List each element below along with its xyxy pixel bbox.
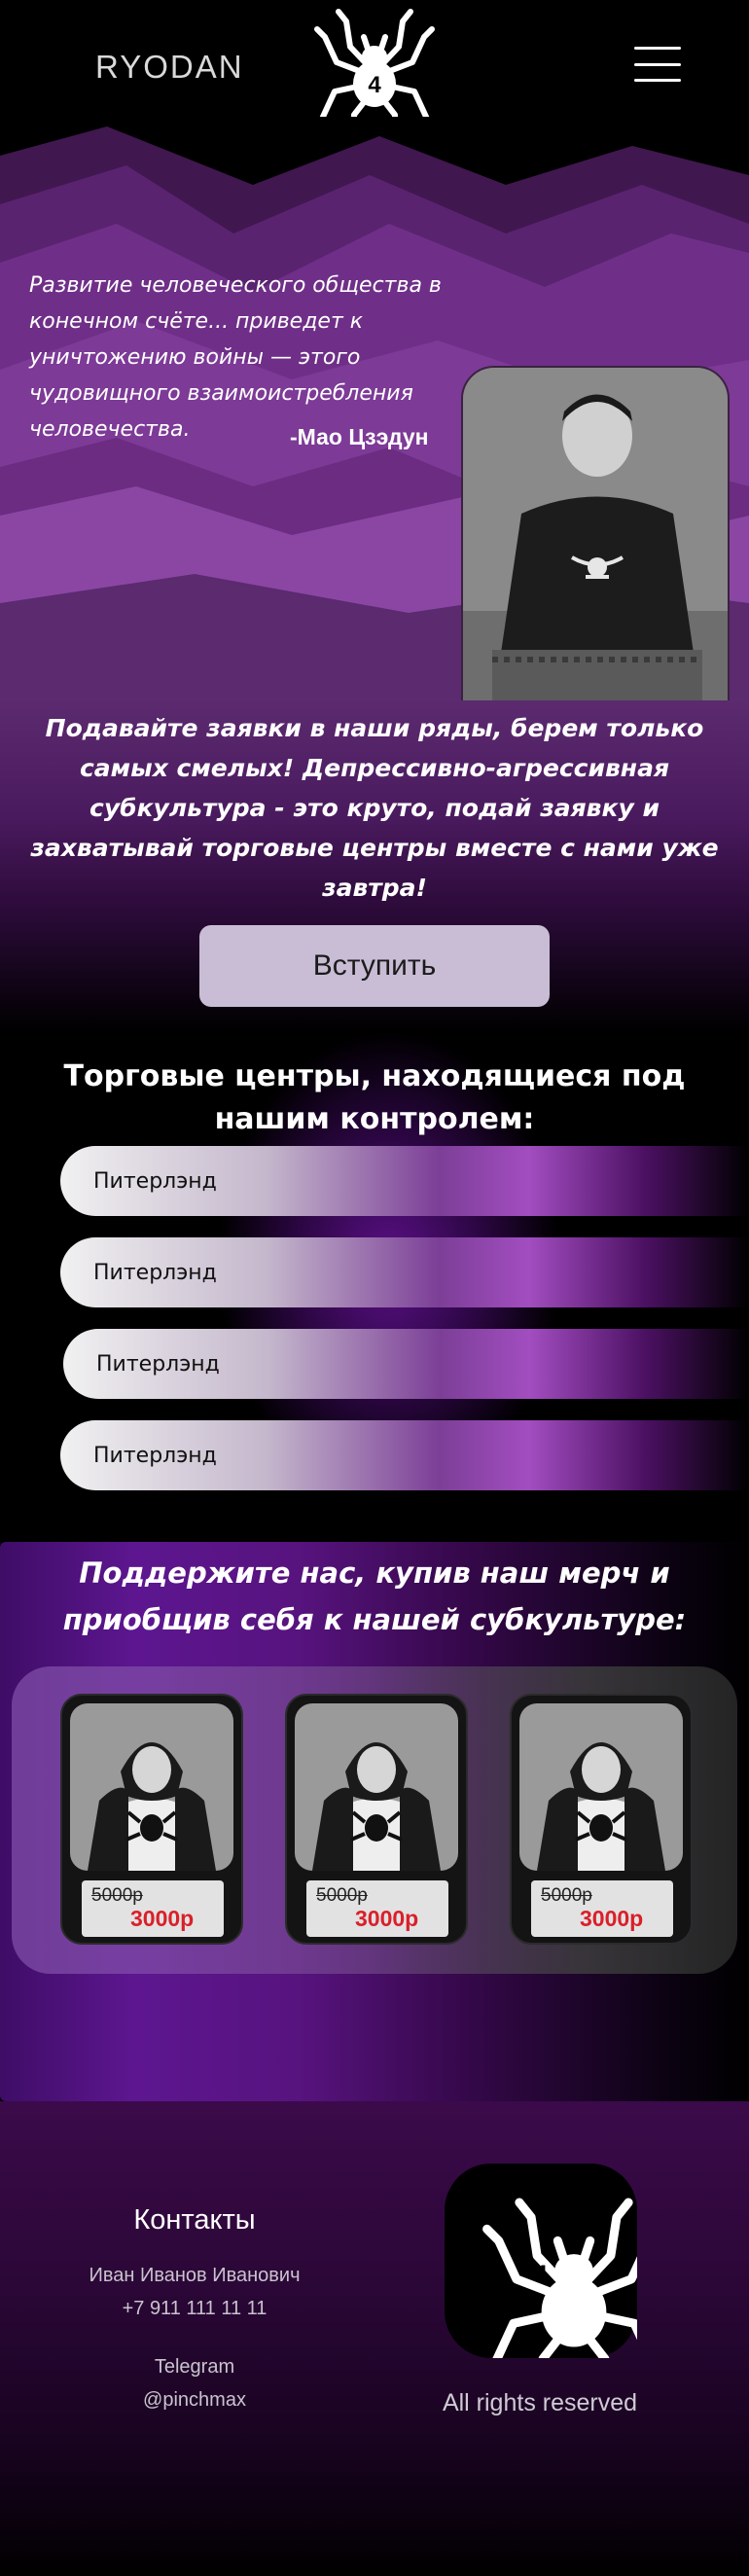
join-call-to-action: Подавайте заявки в наши ряды, берем толь…	[30, 714, 719, 902]
rights-text: All rights reserved	[442, 2389, 638, 2416]
hamburger-menu-icon[interactable]	[634, 47, 681, 82]
hero-quote: Развитие человеческого общества в конечн…	[29, 273, 442, 442]
new-price: 3000р	[355, 1906, 419, 1931]
merch-card[interactable]: 5000р 3000р	[285, 1694, 468, 1945]
site-logo-text[interactable]: RYODAN	[95, 49, 244, 86]
site-footer: Контакты Иван Иванов Иванович +7 911 111…	[0, 2101, 749, 2576]
merch-card[interactable]: 5000р 3000р	[510, 1694, 693, 1945]
merch-card[interactable]: 5000р 3000р	[60, 1694, 243, 1945]
merch-title: Поддержите нас, купив наш мерч и приобщи…	[62, 1556, 687, 1636]
footer-spider-logo-icon: 4	[445, 2164, 637, 2358]
contact-telegram-handle[interactable]: @pinchmax	[39, 2389, 350, 2412]
mall-list-item[interactable]: Питерлэнд	[60, 1237, 749, 1307]
join-button[interactable]: Вступить	[199, 925, 550, 1007]
mall-list-item[interactable]: Питерлэнд	[63, 1329, 749, 1399]
portrait-image	[461, 366, 730, 700]
contact-phone[interactable]: +7 911 111 11 11	[39, 2298, 350, 2320]
mall-list-item[interactable]: Питерлэнд	[60, 1146, 749, 1216]
contacts-title: Контакты	[133, 2204, 256, 2236]
contact-telegram-label: Telegram	[154, 2356, 235, 2378]
contact-name: Иван Иванов Иванович	[89, 2265, 301, 2286]
old-price: 5000р	[541, 1885, 592, 1906]
price-box: 5000р 3000р	[531, 1880, 673, 1937]
hoodie-image	[295, 1703, 458, 1871]
spider-number: 4	[368, 72, 381, 98]
price-box: 5000р 3000р	[82, 1880, 224, 1937]
merch-section: Поддержите нас, купив наш мерч и приобщи…	[0, 1542, 749, 2101]
new-price: 3000р	[130, 1906, 195, 1931]
malls-section: Торговые центры, находящиеся под нашим к…	[0, 1031, 749, 1537]
quote-author: -Мао Цзэдун	[290, 424, 429, 449]
hero-section: Развитие человеческого общества в конечн…	[0, 117, 749, 700]
join-section: Подавайте заявки в наши ряды, берем толь…	[0, 700, 749, 1031]
malls-title: Торговые центры, находящиеся под нашим к…	[63, 1059, 686, 1136]
site-header: RYODAN 4	[0, 0, 749, 136]
old-price: 5000р	[91, 1885, 143, 1906]
hoodie-image	[70, 1703, 233, 1871]
hoodie-image	[519, 1703, 683, 1871]
price-box: 5000р 3000р	[306, 1880, 448, 1937]
footer-spider-number: 4	[534, 2261, 548, 2287]
mall-list-item[interactable]: Питерлэнд	[60, 1420, 749, 1490]
old-price: 5000р	[316, 1885, 368, 1906]
new-price: 3000р	[580, 1906, 644, 1931]
